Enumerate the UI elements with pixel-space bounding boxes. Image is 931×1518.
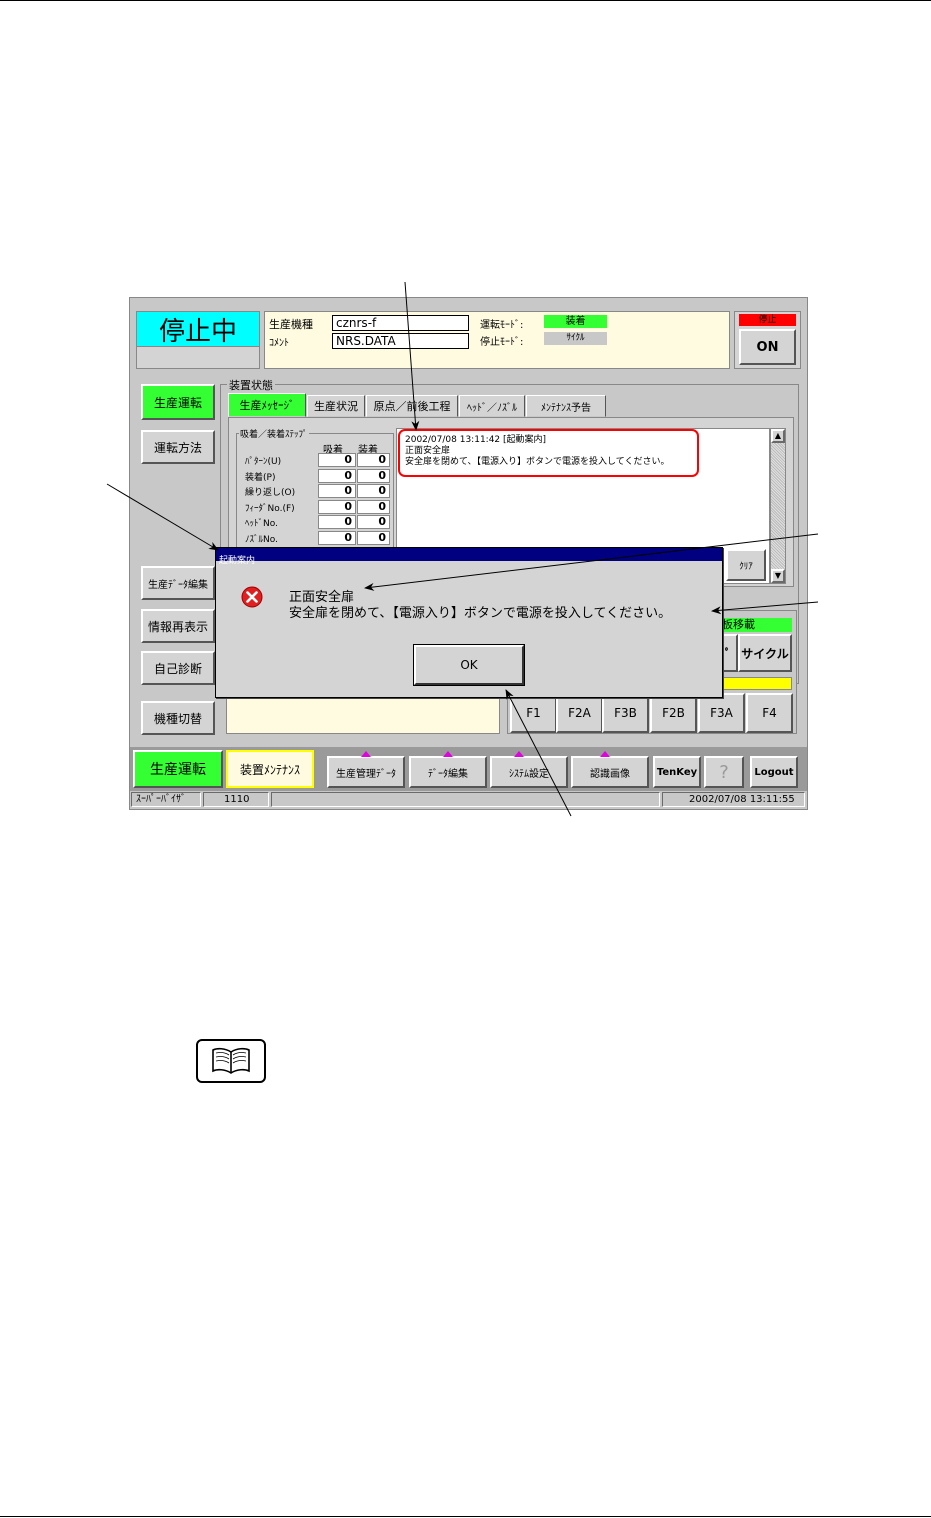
f1-key[interactable]: F1: [510, 693, 557, 733]
header-panel: 生産機種 cznrs-f ｺﾒﾝﾄ NRS.DATA 運転ﾓｰﾄﾞ: 装着 停止…: [264, 311, 730, 369]
yellow-bar: [718, 677, 792, 690]
step-place-value: 0: [357, 469, 390, 483]
f3b-key[interactable]: F3B: [602, 693, 649, 733]
step-row-label: ﾉｽﾞﾙNo.: [245, 535, 278, 545]
comment-field[interactable]: NRS.DATA: [332, 333, 469, 349]
tri-marker: [600, 751, 610, 757]
step-pick-value: 0: [318, 469, 356, 483]
stop-indicator: 停止: [739, 314, 796, 326]
book-icon: [212, 1047, 250, 1074]
stop-mode-label: 停止ﾓｰﾄﾞ:: [480, 337, 524, 348]
model-label: 生産機種: [269, 318, 313, 331]
taskbar-data-edit[interactable]: ﾃﾞｰﾀ編集: [409, 751, 487, 788]
status-datetime: 2002/07/08 13:11:55: [662, 792, 805, 807]
step-row-label: 装着(P): [245, 473, 276, 483]
bottom-rule: [0, 1516, 931, 1517]
taskbar-tenkey[interactable]: TenKey: [653, 756, 701, 788]
dialog-titlebar[interactable]: 起動案内: [216, 548, 722, 566]
production-run-button[interactable]: 生産運転: [141, 384, 215, 420]
reference-icon-box: [196, 1039, 266, 1083]
message-line2: 正面安全扉: [405, 446, 451, 456]
startup-dialog: 起動案内 正面安全扉 安全扉を閉めて、【電源入り】ボタンで電源を投入してください…: [215, 547, 723, 698]
dialog-line2: 安全扉を閉めて、【電源入り】ボタンで電源を投入してください。: [289, 606, 672, 621]
data-edit-label: ﾃﾞｰﾀ編集: [428, 768, 468, 780]
stop-mode-value: ｻｲｸﾙ: [544, 332, 607, 345]
comment-label: ｺﾒﾝﾄ: [269, 338, 289, 349]
state-title-box: 停止中: [136, 311, 260, 347]
tab-origin-process[interactable]: 原点／前後工程: [366, 395, 458, 417]
info-redisplay-button[interactable]: 情報再表示: [141, 609, 215, 643]
taskbar-production-mgmt-data[interactable]: 生産管理ﾃﾞｰﾀ: [327, 751, 405, 788]
tab-head-nozzle[interactable]: ﾍｯﾄﾞ／ﾉｽﾞﾙ: [459, 395, 525, 417]
step-pick-value: 0: [318, 515, 356, 529]
f2b-key[interactable]: F2B: [650, 693, 697, 733]
step-group-label: 吸着／装着ｽﾃｯﾌﾟ: [239, 427, 309, 440]
taskbar-production-run[interactable]: 生産運転: [133, 750, 223, 788]
message-line1: 2002/07/08 13:11:42 [起動案内]: [405, 435, 547, 445]
tab-production-message[interactable]: 生産ﾒｯｾｰｼﾞ: [228, 393, 306, 417]
run-method-button[interactable]: 運転方法: [141, 430, 215, 464]
tri-marker: [361, 751, 371, 757]
status-user: ｽｰﾊﾟｰﾊﾞｲｻﾞ: [131, 792, 201, 807]
message-callout: 2002/07/08 13:11:42 [起動案内] 正面安全扉 安全扉を閉めて…: [398, 429, 699, 477]
production-mgmt-data-label: 生産管理ﾃﾞｰﾀ: [336, 768, 396, 780]
help-icon: ?: [719, 761, 729, 783]
step-pick-value: 0: [318, 500, 356, 514]
step-place-value: 0: [357, 515, 390, 529]
clear-button[interactable]: ｸﾘｱ: [726, 549, 766, 581]
tri-marker: [514, 751, 524, 757]
ok-button[interactable]: OK: [413, 644, 525, 686]
step-pick-value: 0: [318, 453, 356, 467]
prod-data-edit-button[interactable]: 生産ﾃﾞｰﾀ編集: [141, 566, 215, 600]
dialog-title: 起動案内: [219, 556, 256, 566]
scroll-down-button[interactable]: ▼: [771, 569, 785, 583]
stop-indicator-panel: 停止 ON: [734, 311, 801, 369]
taskbar-help[interactable]: ?: [704, 756, 744, 788]
tab-production-status[interactable]: 生産状況: [307, 395, 365, 417]
step-pick-value: 0: [318, 484, 356, 498]
recognition-image-label: 認識画像: [590, 768, 630, 780]
taskbar-logout[interactable]: Logout: [750, 756, 798, 788]
step-place-value: 0: [357, 484, 390, 498]
step-place-value: 0: [357, 531, 390, 545]
top-rule: [0, 0, 931, 1]
f3a-key[interactable]: F3A: [698, 693, 745, 733]
machine-screen: 停止中 生産機種 cznrs-f ｺﾒﾝﾄ NRS.DATA 運転ﾓｰﾄﾞ: 装…: [129, 297, 808, 810]
error-icon: [241, 586, 263, 608]
status-middle: [271, 792, 660, 807]
self-diagnosis-button[interactable]: 自己診断: [141, 651, 215, 685]
board-transfer-label: 板移載: [718, 618, 792, 632]
tri-marker: [443, 751, 453, 757]
tab-maintenance-notice[interactable]: ﾒﾝﾃﾅﾝｽ予告: [526, 395, 606, 417]
f2a-key[interactable]: F2A: [556, 693, 603, 733]
cycle-button[interactable]: サイクル: [738, 634, 792, 672]
message-scrollbar[interactable]: ▲ ▼: [770, 428, 786, 584]
run-mode-label: 運転ﾓｰﾄﾞ:: [480, 320, 524, 331]
step-row-label: ﾌｨｰﾀﾞNo.(F): [245, 504, 295, 514]
step-pick-value: 0: [318, 531, 356, 545]
step-row-label: ﾍｯﾄﾞNo.: [245, 519, 278, 529]
step-place-value: 0: [357, 500, 390, 514]
device-status-label: 装置状態: [227, 377, 275, 393]
taskbar-device-maintenance[interactable]: 装置ﾒﾝﾃﾅﾝｽ: [226, 750, 314, 788]
run-mode-value: 装着: [544, 315, 607, 328]
scroll-up-button[interactable]: ▲: [771, 429, 785, 443]
model-field[interactable]: cznrs-f: [332, 315, 469, 331]
on-button[interactable]: ON: [739, 329, 796, 365]
step-row-label: ﾊﾟﾀｰﾝ(U): [245, 457, 282, 467]
step-row-label: 繰り返し(O): [245, 488, 296, 498]
status-code: 1110: [203, 792, 269, 807]
cream-area: [226, 694, 500, 734]
model-switch-button[interactable]: 機種切替: [141, 701, 215, 735]
message-line3: 安全扉を閉めて、【電源入り】ボタンで電源を投入してください。: [405, 457, 670, 467]
taskbar-system-settings[interactable]: ｼｽﾃﾑ設定: [490, 751, 568, 788]
step-place-value: 0: [357, 453, 390, 467]
state-title: 停止中: [158, 316, 237, 347]
system-settings-label: ｼｽﾃﾑ設定: [509, 768, 549, 780]
taskbar-recognition-image[interactable]: 認識画像: [571, 751, 649, 788]
f4-key[interactable]: F4: [746, 693, 793, 733]
state-title-under: [136, 347, 260, 369]
